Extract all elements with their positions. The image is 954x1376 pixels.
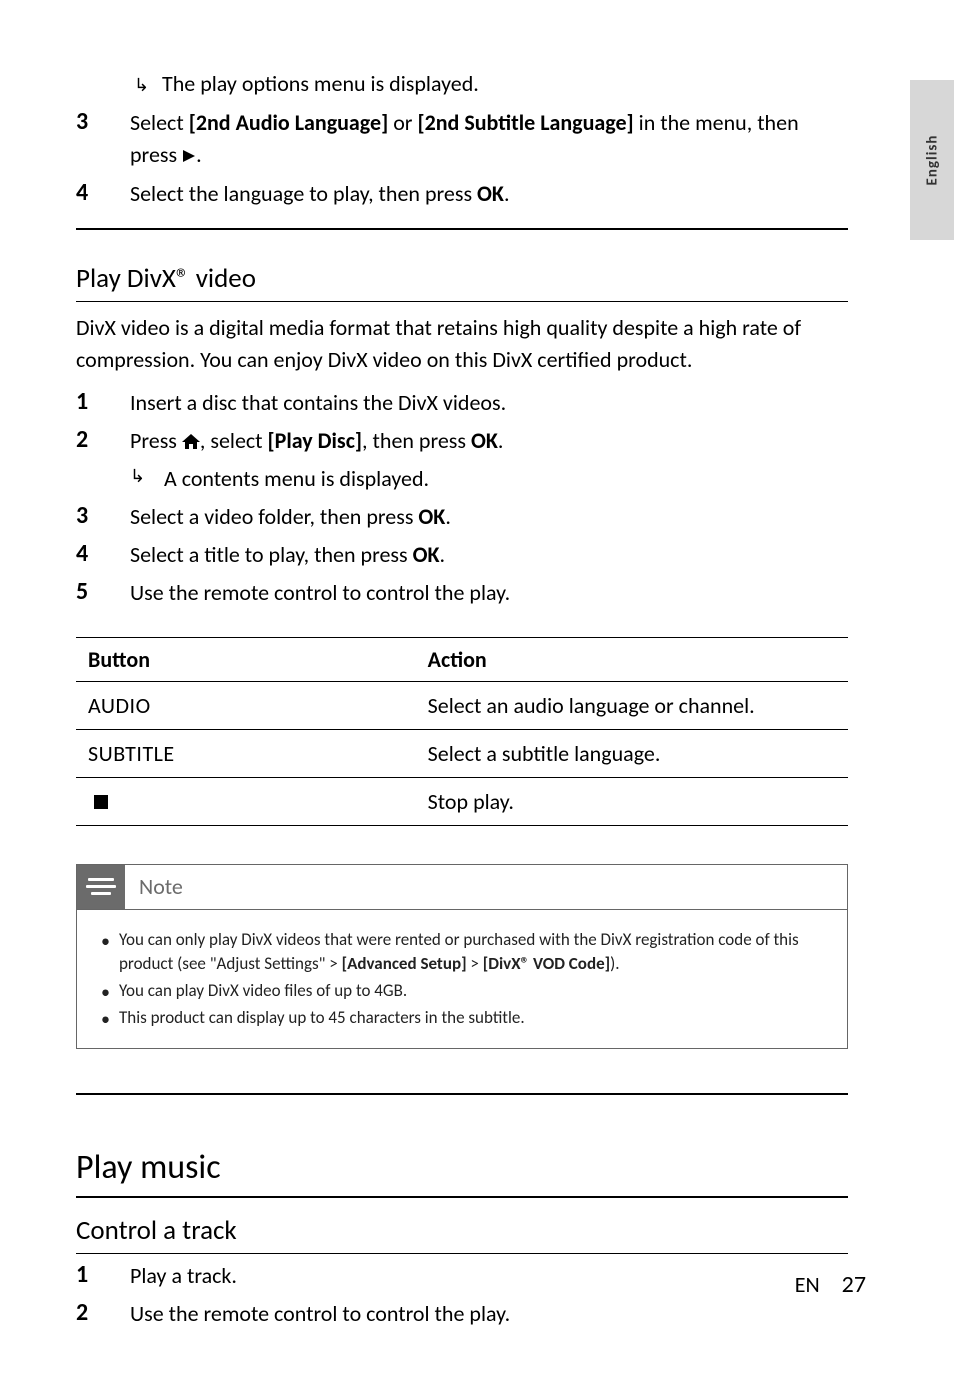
step-number: 4 <box>76 178 130 210</box>
divx-step-5: 5 Use the remote control to control the … <box>76 577 848 609</box>
music-step-2: 2 Use the remote control to control the … <box>76 1298 848 1330</box>
action-cell: Stop play. <box>416 777 848 825</box>
step-number: 2 <box>76 1298 130 1330</box>
note-body: You can only play DivX videos that were … <box>77 909 847 1049</box>
section-divider <box>76 1093 848 1095</box>
table-row: Stop play. <box>76 777 848 825</box>
maps-to-icon: ↳ <box>134 74 162 96</box>
note-item: This product can display up to 45 charac… <box>99 1006 825 1031</box>
step-number: 3 <box>76 501 130 533</box>
result-text: The play options menu is displayed. <box>162 70 479 97</box>
step-body: Use the remote control to control the pl… <box>130 1298 848 1330</box>
page-footer: EN 27 <box>795 1270 866 1299</box>
music-step-1: 1 Play a track. <box>76 1260 848 1292</box>
step-number: 5 <box>76 577 130 609</box>
button-cell: SUBTITLE <box>76 729 416 777</box>
table-row: SUBTITLE Select a subtitle language. <box>76 729 848 777</box>
result-text: A contents menu is displayed. <box>164 463 429 495</box>
stop-icon <box>94 795 108 809</box>
step-body: Select a video folder, then press OK. <box>130 501 848 533</box>
col-button: Button <box>76 637 416 681</box>
step-3: 3 Select [2nd Audio Language] or [2nd Su… <box>76 107 848 172</box>
step-body: Select a title to play, then press OK. <box>130 539 848 571</box>
page-content: ↳ The play options menu is displayed. 3 … <box>0 0 954 1376</box>
section-divider <box>76 228 848 230</box>
result-line: ↳ The play options menu is displayed. <box>134 70 848 97</box>
step-number: 4 <box>76 539 130 571</box>
note-title: Note <box>139 873 183 900</box>
result-line: ↳ A contents menu is displayed. <box>130 463 848 495</box>
note-header: Note <box>77 865 847 909</box>
step-number: 1 <box>76 387 130 419</box>
note-item: You can only play DivX videos that were … <box>99 928 825 977</box>
button-cell <box>76 777 416 825</box>
footer-page-number: 27 <box>842 1270 866 1299</box>
action-cell: Select an audio language or channel. <box>416 681 848 729</box>
step-body: Select [2nd Audio Language] or [2nd Subt… <box>130 107 848 172</box>
maps-to-icon: ↳ <box>130 463 164 495</box>
step-number: 2 <box>76 425 130 495</box>
step-number: 1 <box>76 1260 130 1292</box>
table-row: AUDIO Select an audio language or channe… <box>76 681 848 729</box>
divx-intro: DivX video is a digital media format tha… <box>76 312 848 376</box>
step-body: Use the remote control to control the pl… <box>130 577 848 609</box>
heading-control-track: Control a track <box>76 1202 848 1253</box>
button-cell: AUDIO <box>76 681 416 729</box>
heading-underline-heavy <box>76 1196 848 1198</box>
note-box: Note You can only play DivX videos that … <box>76 864 848 1050</box>
step-body: Play a track. <box>130 1260 848 1292</box>
home-icon <box>182 427 200 459</box>
button-action-table: Button Action AUDIO Select an audio lang… <box>76 637 848 826</box>
divx-step-3: 3 Select a video folder, then press OK. <box>76 501 848 533</box>
table-header-row: Button Action <box>76 637 848 681</box>
action-cell: Select a subtitle language. <box>416 729 848 777</box>
divx-step-1: 1 Insert a disc that contains the DivX v… <box>76 387 848 419</box>
heading-underline <box>76 301 848 302</box>
col-action: Action <box>416 637 848 681</box>
heading-play-music: Play music <box>76 1139 848 1196</box>
note-item: You can play DivX video files of up to 4… <box>99 979 825 1004</box>
heading-divx: Play DivX® video <box>76 250 848 301</box>
divx-step-2: 2 Press , select [Play Disc], then press… <box>76 425 848 495</box>
step-body: Select the language to play, then press … <box>130 178 848 210</box>
divx-step-4: 4 Select a title to play, then press OK. <box>76 539 848 571</box>
step-body: Insert a disc that contains the DivX vid… <box>130 387 848 419</box>
play-icon <box>182 140 196 172</box>
step-body: Press , select [Play Disc], then press O… <box>130 425 848 495</box>
step-4: 4 Select the language to play, then pres… <box>76 178 848 210</box>
note-icon <box>77 865 125 909</box>
footer-lang: EN <box>795 1271 820 1298</box>
step-number: 3 <box>76 107 130 172</box>
